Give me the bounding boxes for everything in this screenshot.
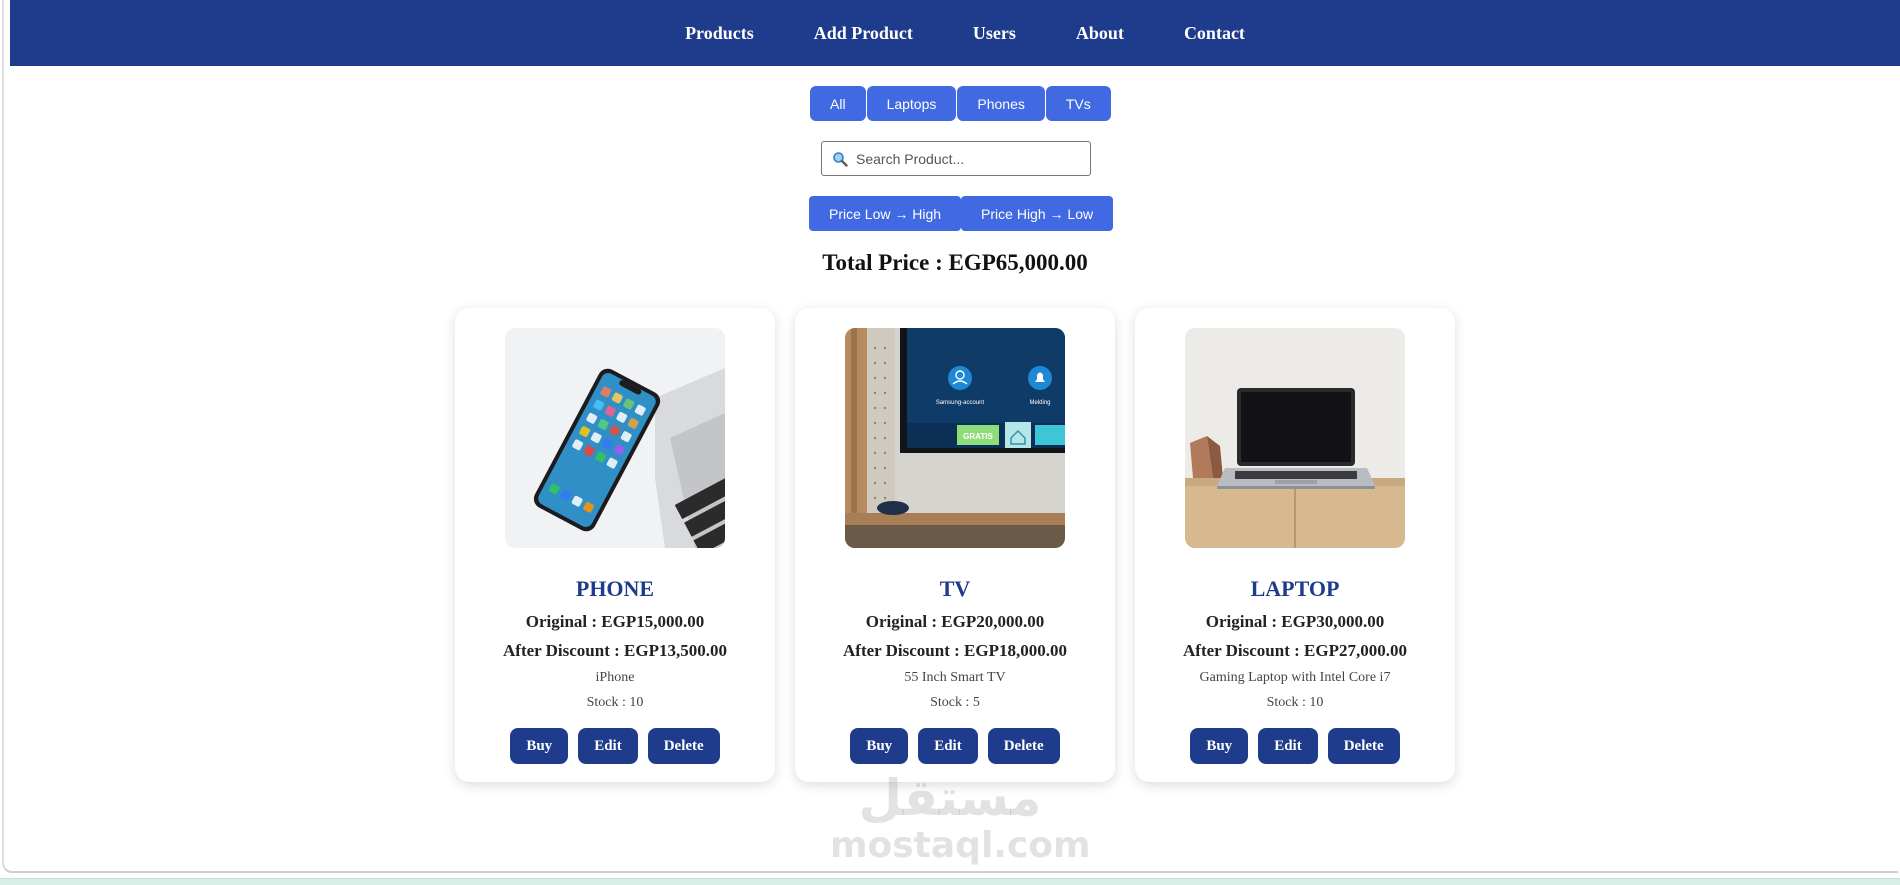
category-filter-group: All Laptops Phones TVs: [810, 86, 1112, 121]
product-description: iPhone: [595, 670, 635, 685]
product-name: PHONE: [575, 576, 655, 601]
original-price: Original : EGP15,000.00: [525, 612, 705, 631]
nav-link-products[interactable]: Products: [685, 23, 754, 44]
search-icon: [832, 151, 848, 167]
card-actions: Buy Edit Delete: [795, 728, 1115, 764]
product-grid: PHONE Original : EGP15,000.00 After Disc…: [455, 308, 1455, 782]
product-card: PHONE Original : EGP15,000.00 After Disc…: [455, 308, 775, 782]
discount-price: After Discount : EGP18,000.00: [843, 641, 1067, 660]
nav-link-contact[interactable]: Contact: [1184, 23, 1245, 44]
card-actions: Buy Edit Delete: [455, 728, 775, 764]
search-input[interactable]: [854, 149, 1078, 168]
search-box: [821, 141, 1091, 176]
sort-low-high-button[interactable]: Price Low → High: [809, 196, 962, 231]
delete-button[interactable]: Delete: [1327, 728, 1400, 764]
tv-tile-melding-text: Melding: [1029, 400, 1050, 406]
sort-group: Price Low → High Price High → Low: [809, 196, 1114, 231]
nav-link-users[interactable]: Users: [973, 23, 1016, 44]
tv-tile-account-text: Samsung-account: [936, 400, 985, 406]
filter-tvs-button[interactable]: TVs: [1045, 86, 1111, 121]
buy-button[interactable]: Buy: [1190, 728, 1249, 764]
edit-button[interactable]: Edit: [1258, 728, 1318, 764]
product-image-laptop: [1185, 328, 1405, 548]
edit-button[interactable]: Edit: [918, 728, 978, 764]
filter-all-button[interactable]: All: [810, 86, 866, 121]
product-stock: Stock : 5: [930, 695, 980, 710]
product-description: 55 Inch Smart TV: [904, 670, 1006, 685]
original-price: Original : EGP30,000.00: [1205, 612, 1385, 631]
buy-button[interactable]: Buy: [510, 728, 569, 764]
product-image-tv: Samsung-account Melding GRATIS: [845, 328, 1065, 548]
total-price: Total Price : EGP65,000.00: [822, 250, 1088, 275]
nav-link-add-product[interactable]: Add Product: [814, 23, 913, 44]
product-card: Samsung-account Melding GRATIS TV Origin…: [795, 308, 1115, 782]
sort-high-low-button[interactable]: Price High → Low: [961, 196, 1114, 231]
discount-price: After Discount : EGP27,000.00: [1183, 641, 1407, 660]
buy-button[interactable]: Buy: [850, 728, 909, 764]
discount-price: After Discount : EGP13,500.00: [503, 641, 727, 660]
product-name: LAPTOP: [1250, 576, 1340, 601]
nav-link-about[interactable]: About: [1076, 23, 1124, 44]
card-actions: Buy Edit Delete: [1135, 728, 1455, 764]
product-description: Gaming Laptop with Intel Core i7: [1199, 670, 1391, 685]
product-name: TV: [939, 576, 971, 601]
delete-button[interactable]: Delete: [647, 728, 720, 764]
delete-button[interactable]: Delete: [987, 728, 1060, 764]
product-image-phone: [505, 328, 725, 548]
tv-banner-text: GRATIS: [963, 432, 993, 441]
product-card: LAPTOP Original : EGP30,000.00 After Dis…: [1135, 308, 1455, 782]
filter-laptops-button[interactable]: Laptops: [866, 86, 957, 121]
edit-button[interactable]: Edit: [578, 728, 638, 764]
product-stock: Stock : 10: [1266, 695, 1324, 710]
filter-phones-button[interactable]: Phones: [957, 86, 1045, 121]
original-price: Original : EGP20,000.00: [865, 612, 1045, 631]
top-navbar: Products Add Product Users About Contact: [10, 0, 1900, 66]
product-stock: Stock : 10: [586, 695, 644, 710]
